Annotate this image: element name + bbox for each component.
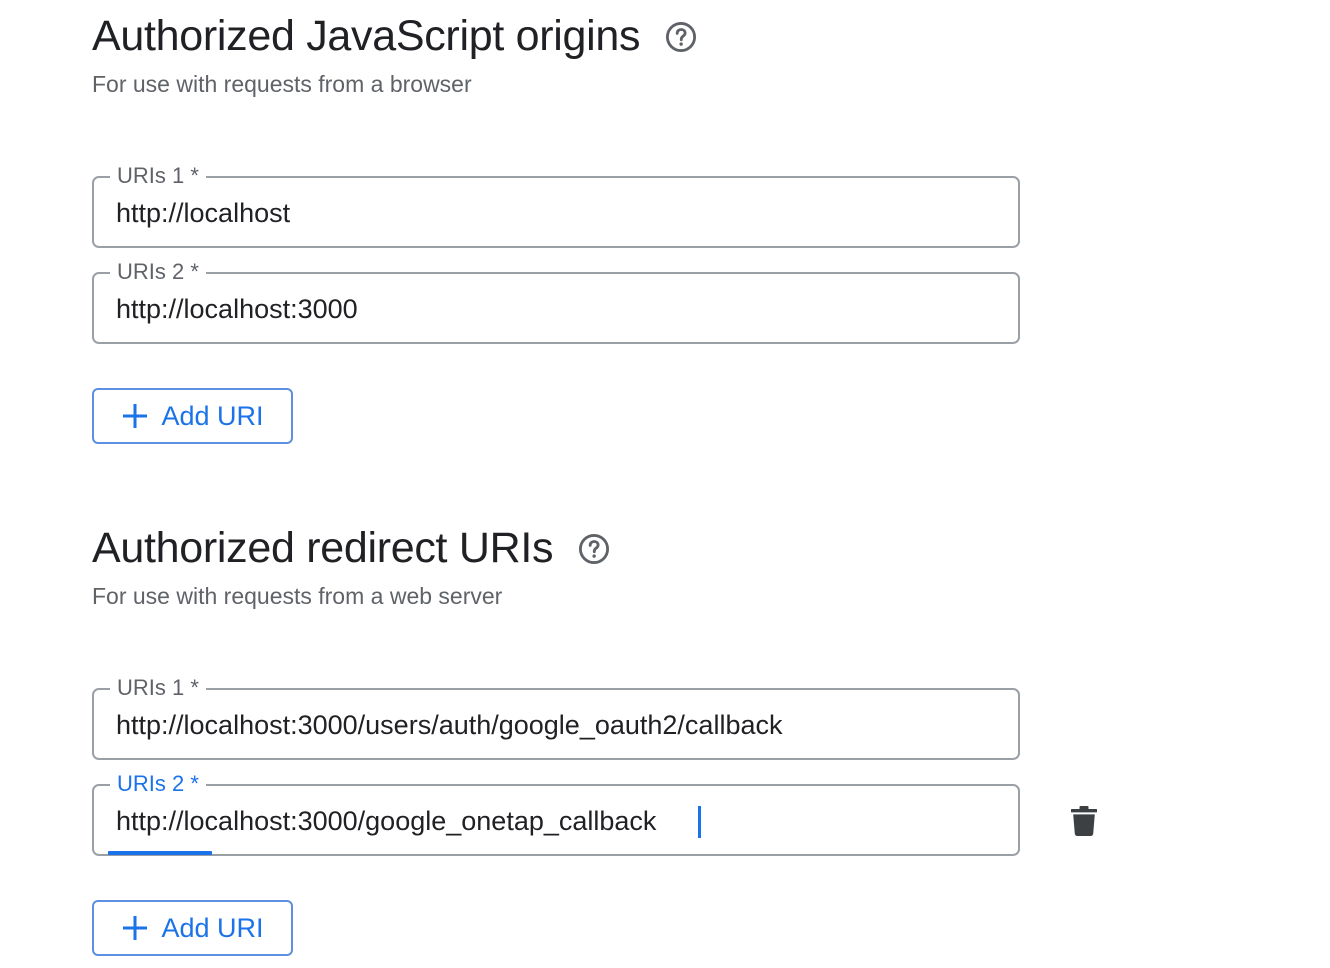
js-origin-uri-2-field[interactable]: URIs 2 * [92,258,1020,344]
help-circle-icon[interactable] [664,20,698,54]
redirect-uri-2-input[interactable] [116,804,996,838]
javascript-origins-subtitle: For use with requests from a browser [92,71,472,97]
js-origin-uri-1-field[interactable]: URIs 1 * [92,162,1020,248]
redirect-uris-add-uri-button[interactable]: Add URI [92,900,293,956]
redirect-uri-1-field[interactable]: URIs 1 * [92,674,1020,760]
redirect-uris-header: Authorized redirect URIs [92,520,1142,576]
js-origin-uri-1-input[interactable] [116,196,996,230]
redirect-uri-1-input[interactable] [116,708,996,742]
focus-indicator [108,851,212,855]
javascript-origins-section: Authorized JavaScript origins For use wi… [92,8,1142,100]
redirect-uri-1-label: URIs 1 * [110,674,206,702]
redirect-uri-2-field[interactable]: URIs 2 * [92,770,1020,856]
plus-icon [121,914,149,942]
help-circle-icon[interactable] [577,532,611,566]
js-origins-add-uri-label: Add URI [161,400,264,431]
js-origin-uri-1-label: URIs 1 * [110,162,206,190]
redirect-uris-title: Authorized redirect URIs [92,524,554,572]
redirect-uris-section: Authorized redirect URIs For use with re… [92,520,1142,612]
js-origin-uri-2-label: URIs 2 * [110,258,206,286]
javascript-origins-title: Authorized JavaScript origins [92,12,641,60]
javascript-origins-header: Authorized JavaScript origins [92,8,1142,64]
trash-icon[interactable] [1068,804,1100,838]
redirect-uri-2-label: URIs 2 * [110,770,206,798]
oauth-client-config-page: Authorized JavaScript origins For use wi… [0,0,1330,968]
redirect-uris-subtitle: For use with requests from a web server [92,583,503,609]
js-origin-uri-2-input[interactable] [116,292,996,326]
redirect-uris-add-uri-label: Add URI [161,912,264,943]
plus-icon [121,402,149,430]
js-origins-add-uri-button[interactable]: Add URI [92,388,293,444]
text-caret [698,806,701,838]
